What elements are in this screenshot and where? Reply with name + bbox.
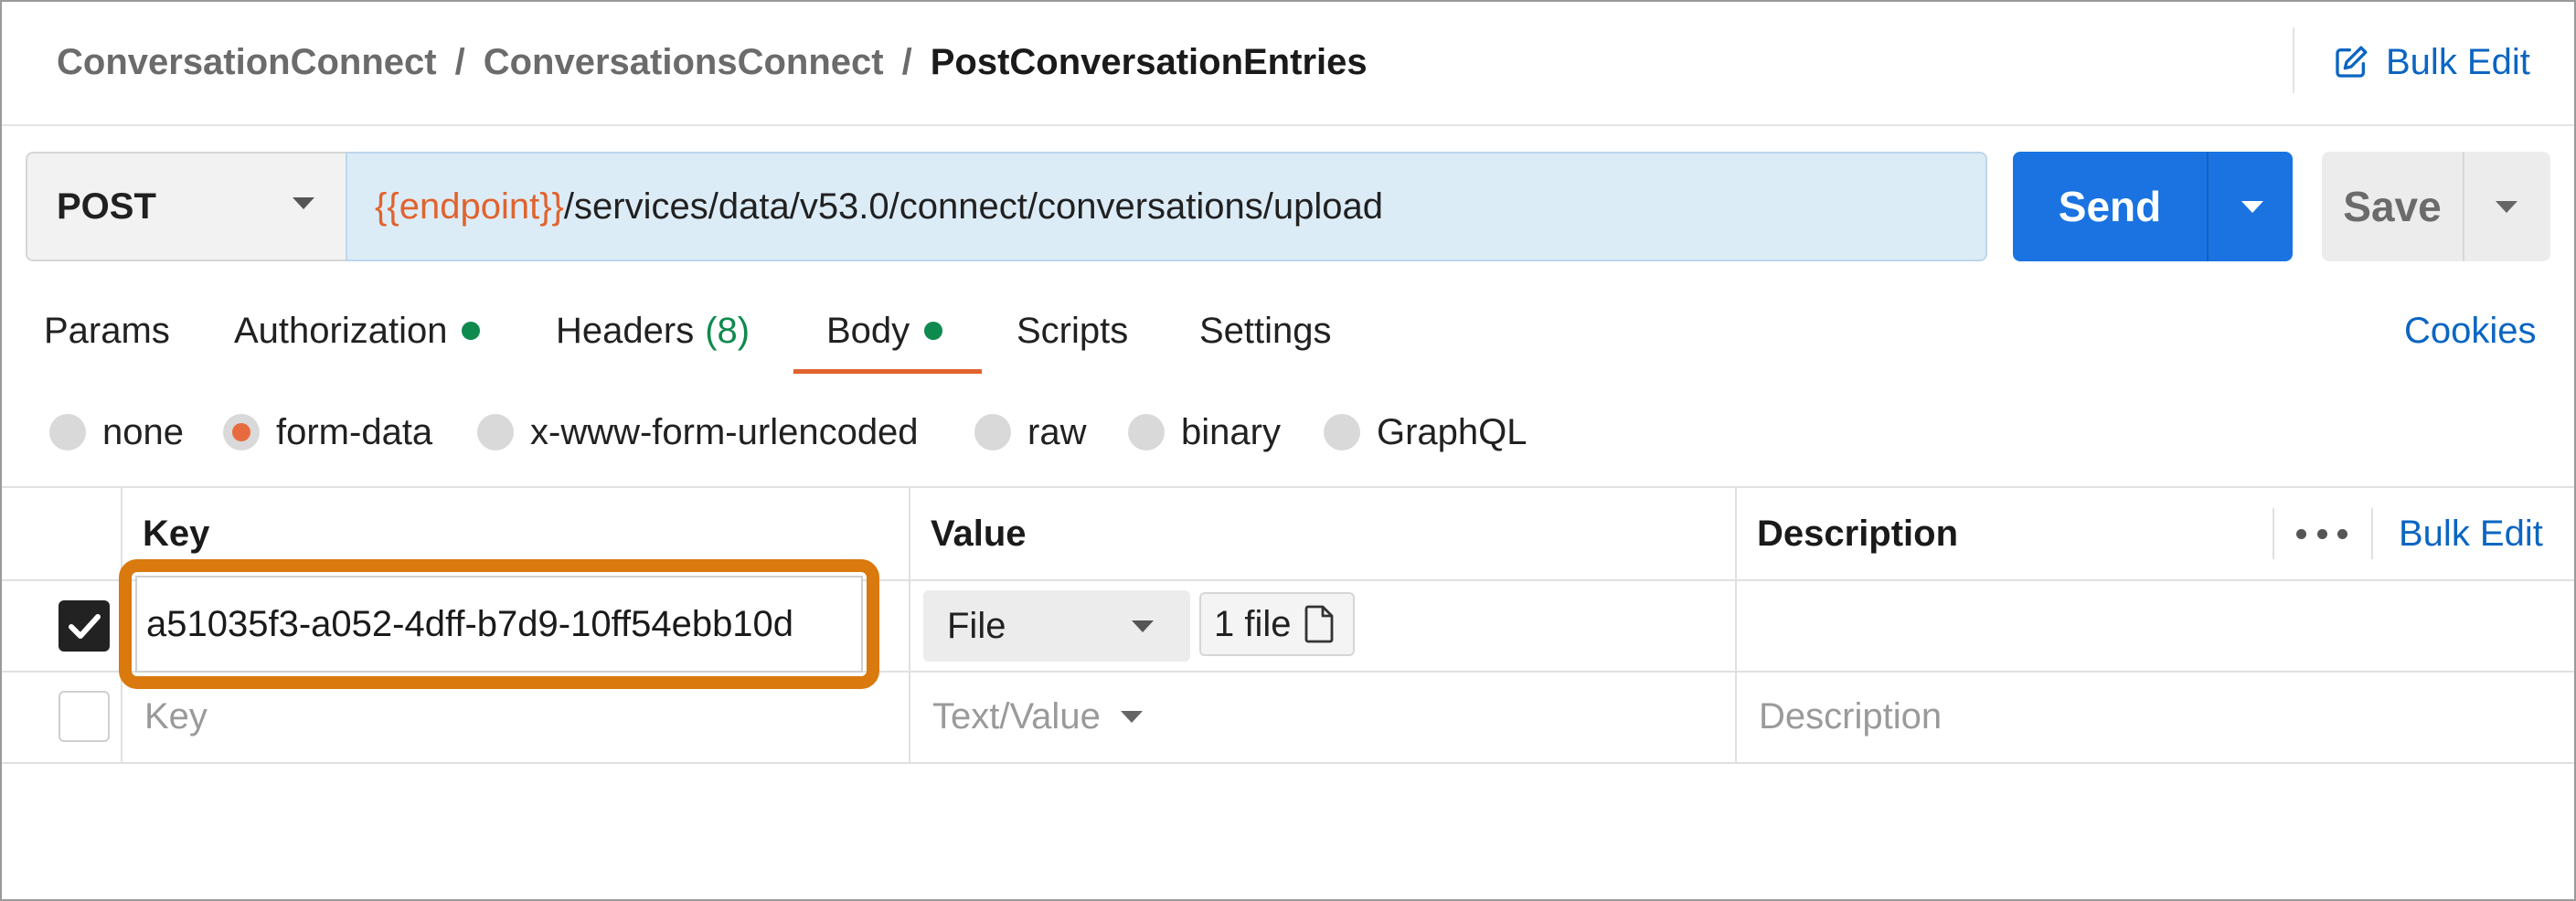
- headers-count: (8): [705, 310, 750, 351]
- chevron-down-icon: [1120, 710, 1143, 723]
- table-bottom-border: [2, 762, 2574, 764]
- new-description-input[interactable]: Description: [1759, 691, 1942, 742]
- tab-headers[interactable]: Headers (8): [556, 305, 750, 356]
- tab-label: Scripts: [1017, 310, 1129, 351]
- cookies-link[interactable]: Cookies: [2404, 305, 2537, 356]
- tab-body[interactable]: Body: [826, 305, 943, 356]
- file-icon: [1304, 605, 1333, 643]
- breadcrumb-separator: /: [901, 42, 912, 82]
- body-type-x-www-form-urlencoded[interactable]: x-www-form-urlencoded: [477, 407, 919, 458]
- radio-label: GraphQL: [1377, 411, 1528, 452]
- breadcrumb-separator: /: [454, 42, 465, 82]
- file-selector-button[interactable]: 1 file: [1199, 592, 1355, 656]
- status-dot-icon: [462, 322, 481, 340]
- radio-button[interactable]: [477, 414, 514, 450]
- header-bulk-edit-label: Bulk Edit: [2386, 41, 2530, 82]
- column-header-description: Description: [1757, 513, 1959, 554]
- radio-label: x-www-form-urlencoded: [530, 411, 919, 452]
- new-row-checkbox[interactable]: [59, 691, 110, 742]
- file-count-label: 1 file: [1214, 603, 1292, 644]
- key-field[interactable]: a51035f3-a052-4dff-b7d9-10ff54ebb10d: [135, 576, 863, 673]
- breadcrumb-current-request[interactable]: PostConversationEntries: [931, 42, 1368, 82]
- tab-params[interactable]: Params: [44, 305, 170, 356]
- save-label: Save: [2343, 183, 2442, 230]
- tab-authorization[interactable]: Authorization: [234, 305, 481, 356]
- radio-label: binary: [1181, 411, 1281, 452]
- url-variable: {{endpoint}}: [375, 186, 564, 227]
- header-bulk-edit-button[interactable]: Bulk Edit: [2333, 37, 2530, 88]
- status-dot-icon: [924, 322, 943, 340]
- url-path: /services/data/v53.0/connect/conversatio…: [563, 186, 1384, 227]
- breadcrumb-folder[interactable]: ConversationsConnect: [484, 42, 884, 82]
- save-button[interactable]: Save: [2322, 152, 2550, 261]
- send-options-chevron-icon[interactable]: [2241, 201, 2263, 213]
- checkmark-icon: [69, 614, 101, 639]
- value-type-label: File: [947, 605, 1006, 646]
- radio-button[interactable]: [1128, 414, 1165, 450]
- method-label: POST: [57, 186, 156, 227]
- header-actions-divider: [2273, 508, 2274, 559]
- tab-scripts[interactable]: Scripts: [1017, 305, 1128, 356]
- new-key-input[interactable]: Key: [144, 691, 208, 742]
- send-button[interactable]: Send: [2013, 152, 2293, 261]
- url-input[interactable]: {{endpoint}}/services/data/v53.0/connect…: [346, 152, 1987, 261]
- table-column-divider: [1735, 486, 1737, 764]
- body-type-form-data[interactable]: form-data: [223, 407, 432, 458]
- new-value-type-select[interactable]: Text/Value: [932, 691, 1143, 742]
- radio-label: none: [102, 411, 184, 452]
- tab-label: Authorization: [234, 310, 448, 351]
- radio-button[interactable]: [1324, 414, 1360, 450]
- radio-button[interactable]: [49, 414, 86, 450]
- table-top-border: [2, 486, 2574, 488]
- tab-label: Settings: [1199, 310, 1332, 351]
- breadcrumb: ConversationConnect / ConversationsConnect…: [57, 38, 1368, 86]
- tab-label: Body: [826, 310, 910, 351]
- table-column-divider: [909, 486, 910, 764]
- body-type-binary[interactable]: binary: [1128, 407, 1281, 458]
- chevron-down-icon: [293, 197, 314, 209]
- column-header-value: Value: [931, 513, 1027, 554]
- more-horizontal-icon[interactable]: [2296, 517, 2347, 550]
- radio-label: raw: [1027, 411, 1087, 452]
- header-actions-divider: [2371, 508, 2373, 559]
- body-type-none[interactable]: none: [49, 407, 184, 458]
- method-select[interactable]: POST: [26, 152, 346, 261]
- body-type-raw[interactable]: raw: [974, 407, 1086, 458]
- tab-settings[interactable]: Settings: [1199, 305, 1332, 356]
- save-divider: [2463, 152, 2464, 261]
- column-header-key: Key: [143, 513, 210, 554]
- header-divider: [2293, 27, 2294, 93]
- request-header: ConversationConnect / ConversationsConnect…: [2, 2, 2574, 126]
- edit-icon: [2336, 46, 2368, 78]
- send-divider: [2207, 152, 2209, 261]
- row-enabled-checkbox[interactable]: [59, 600, 110, 652]
- save-options-chevron-icon[interactable]: [2496, 201, 2517, 213]
- breadcrumb-collection[interactable]: ConversationConnect: [57, 42, 437, 82]
- value-type-placeholder: Text/Value: [932, 695, 1101, 737]
- chevron-down-icon: [1132, 620, 1154, 632]
- tab-label: Headers: [556, 310, 695, 351]
- tab-label: Params: [44, 310, 170, 351]
- body-type-graphql[interactable]: GraphQL: [1324, 407, 1528, 458]
- radio-button[interactable]: [974, 414, 1011, 450]
- active-tab-underline: [793, 369, 982, 374]
- send-label: Send: [2058, 183, 2162, 230]
- radio-button-selected[interactable]: [223, 414, 260, 450]
- value-type-select[interactable]: File: [923, 590, 1190, 662]
- table-bulk-edit-button[interactable]: Bulk Edit: [2399, 508, 2543, 559]
- radio-label: form-data: [276, 411, 433, 452]
